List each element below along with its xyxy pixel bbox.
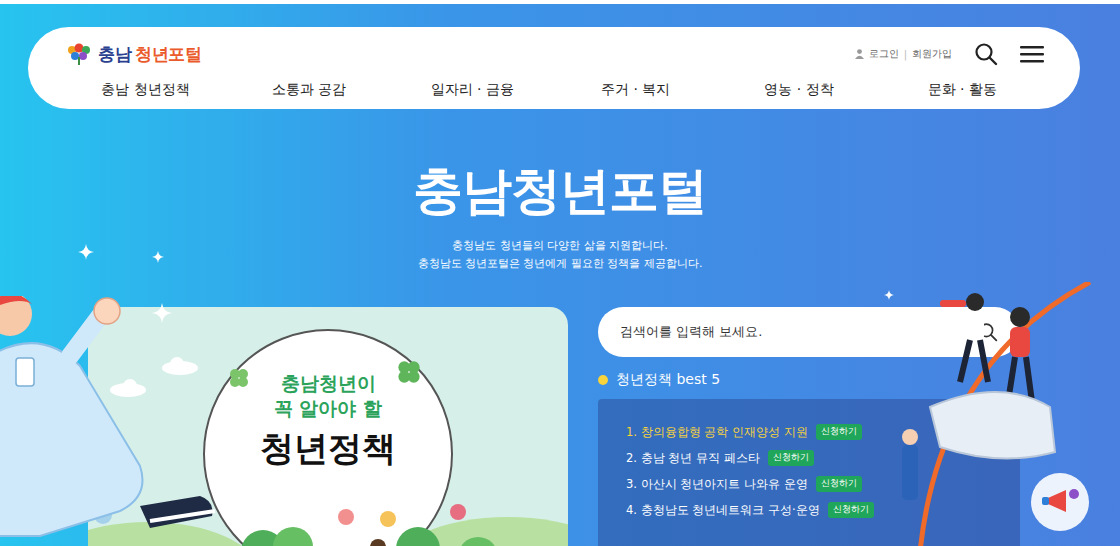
menu-icon[interactable] [1020,44,1044,64]
banner-line: 꼭 알아야 할 [205,396,451,421]
clover-icon [228,367,250,389]
nav-item[interactable]: 충남 청년정책 [64,81,227,99]
page: 충남청년포털 로그인 | 회원가입충남 청년정책소통과 공감일자리 · 금융주거 · … [0,0,1120,546]
search-box[interactable]: 검색어를 입력해 보세요. [598,307,1020,357]
chatbot-icon[interactable] [1030,472,1090,532]
banner-circle: 충남청년이꼭 알아야 할청년정책 [203,329,453,546]
banner-title: 청년정책 [205,426,451,472]
cloud-icon [160,355,200,375]
nav-item[interactable]: 주거 · 복지 [554,81,717,99]
best-title: 청년정책 best 5 [598,371,1020,389]
nav-item[interactable]: 문화 · 활동 [881,81,1044,99]
clover-icon [396,359,422,385]
hero-subtitle: 충청남도 청년들의 다양한 삶을 지원합니다.충청남도 청년포털은 청년에게 필… [0,237,1120,273]
logo[interactable]: 충남청년포털 [64,43,201,66]
apply-badge[interactable]: 신청하기 [768,450,814,466]
sparkle-icon [78,244,94,260]
hero-title: 충남청년포털 [0,161,1120,221]
nav-item[interactable]: 영농 · 정착 [717,81,880,99]
nav-item[interactable]: 소통과 공감 [227,81,390,99]
dot-icon [598,375,608,385]
apply-badge[interactable]: 신청하기 [816,476,862,492]
best-item[interactable]: 4. 충청남도 청년네트워크 구성·운영신청하기 [626,497,992,523]
search-icon[interactable] [974,42,998,66]
separator: | [904,49,907,60]
main-nav: 충남 청년정책소통과 공감일자리 · 금융주거 · 복지영농 · 정착문화 · … [64,81,1044,99]
top-strip [0,0,1120,4]
apply-badge[interactable]: 신청하기 [816,424,862,440]
search-placeholder: 검색어를 입력해 보세요. [620,323,762,341]
auth-links: 로그인 | 회원가입 [855,47,952,61]
person-icon [855,49,864,59]
nav-item[interactable]: 일자리 · 금융 [391,81,554,99]
apply-badge[interactable]: 신청하기 [828,502,874,518]
login-link[interactable]: 로그인 [869,47,899,61]
flower-logo-icon [64,43,94,65]
character-illustration [0,296,230,546]
header: 충남청년포털 로그인 | 회원가입충남 청년정책소통과 공감일자리 · 금융주거 · … [28,27,1080,109]
sparkle-icon [152,251,164,263]
sparkle-icon [152,303,172,323]
signup-link[interactable]: 회원가입 [912,47,952,61]
sparkle-icon [884,290,894,300]
cloud-icon [108,377,148,397]
hero: 충남청년포털충청남도 청년들의 다양한 삶을 지원합니다.충청남도 청년포털은 … [0,161,1120,273]
